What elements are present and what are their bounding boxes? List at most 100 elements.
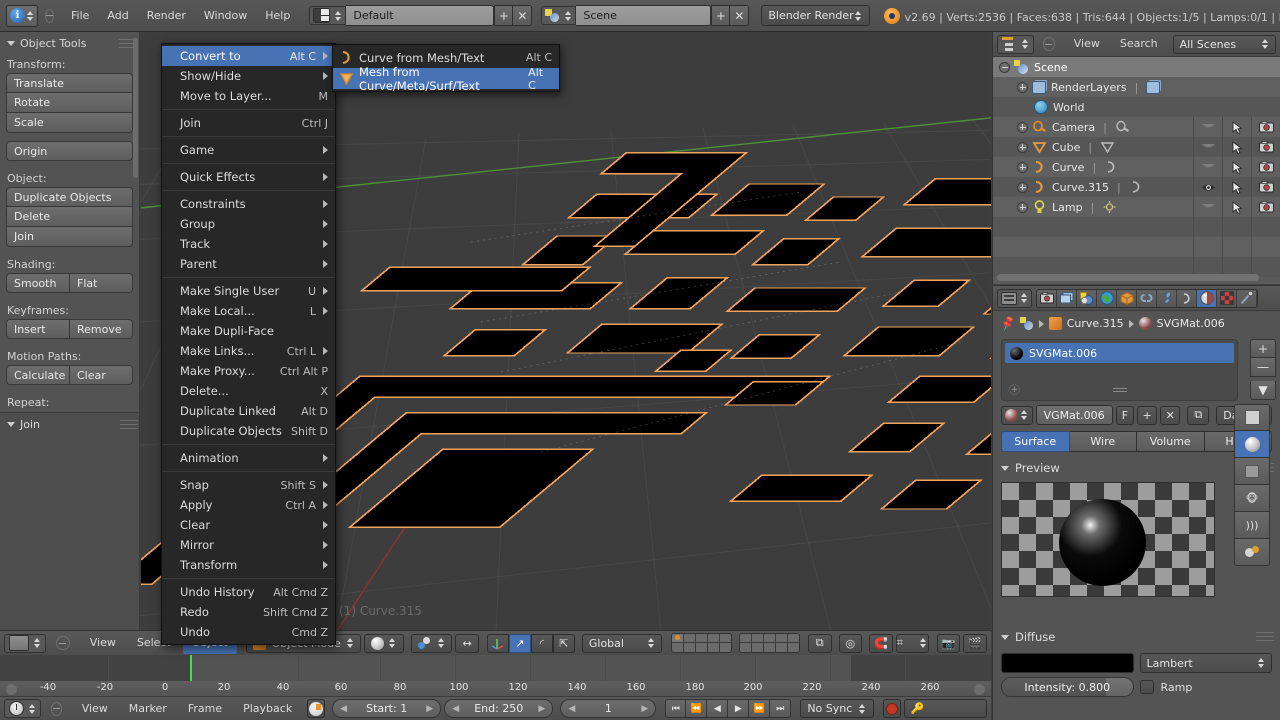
opengl-render-button[interactable]: 📷	[937, 634, 961, 653]
properties-tab-renderlayers[interactable]	[1057, 290, 1077, 307]
layer-13-button[interactable]	[696, 643, 708, 652]
add-screen-button[interactable]: +	[494, 5, 513, 26]
menu-item-make-dupli-face[interactable]: Make Dupli-Face	[162, 321, 335, 341]
proportional-edit-button[interactable]: ◎	[839, 634, 863, 653]
screen-layout-name[interactable]: Default	[346, 5, 494, 26]
manipulator-toggle[interactable]: ↔	[455, 634, 479, 653]
viewport-editor-type-selector[interactable]	[4, 634, 46, 653]
outliner-row-camera[interactable]: Camera|	[993, 117, 1280, 137]
layer-2-button[interactable]	[684, 634, 696, 643]
menu-item-show-hide[interactable]: Show/Hide	[162, 66, 335, 86]
preview-sphere-sky-button[interactable]	[1234, 539, 1270, 566]
outliner-display-mode-selector[interactable]: All Scenes	[1173, 35, 1276, 54]
tab-volume[interactable]: Volume	[1137, 431, 1205, 452]
viewport-shading-selector[interactable]	[364, 634, 403, 653]
delete-button[interactable]: Delete	[6, 207, 133, 227]
collapse-minus-icon[interactable]	[999, 62, 1010, 73]
play-reverse-button[interactable]: ◀	[707, 699, 728, 718]
renderability-camera-icon[interactable]	[1251, 117, 1280, 137]
calculate-paths-button[interactable]: Calculate	[6, 365, 70, 385]
outliner-row-cube[interactable]: Cube|	[993, 137, 1280, 157]
preview-flat-button[interactable]	[1234, 404, 1270, 431]
toolshelf-scrollbar[interactable]	[133, 38, 138, 178]
manipulator-translate-icon[interactable]	[487, 634, 509, 653]
curve-data-icon[interactable]	[1129, 180, 1144, 194]
new-material-button[interactable]: +	[1137, 406, 1157, 425]
viewport-menu-view[interactable]: View	[81, 632, 125, 654]
preview-sphere-button[interactable]	[1234, 431, 1270, 458]
expand-plus-icon[interactable]	[1017, 162, 1028, 173]
layer-4-button[interactable]	[708, 634, 720, 643]
timeline-track[interactable]: -40 -20 0 20 40 60 80 100 120 140 160 18…	[0, 655, 991, 693]
properties-tab-render[interactable]	[1037, 290, 1057, 307]
snap-magnet-button[interactable]: 🧲	[869, 634, 893, 653]
collapse-menu-icon[interactable]	[51, 702, 62, 716]
preview-monkey-button[interactable]: 🐵	[1234, 485, 1270, 512]
outliner-editor-type-selector[interactable]	[997, 35, 1034, 54]
properties-tab-material[interactable]	[1197, 290, 1217, 307]
jump-to-start-button[interactable]: ⏮	[665, 699, 686, 718]
outliner-row-curve-315[interactable]: Curve.315|	[993, 177, 1280, 197]
join-panel-header[interactable]: Join	[0, 413, 140, 436]
outliner-row-curve[interactable]: Curve|	[993, 157, 1280, 177]
chevron-left-icon[interactable]: ◀	[452, 704, 459, 714]
outliner-row-scene[interactable]: Scene	[993, 57, 1280, 77]
properties-tab-world[interactable]	[1097, 290, 1117, 307]
diffuse-panel-header[interactable]: Diffuse	[993, 625, 1280, 649]
layer-5-button[interactable]	[720, 634, 732, 643]
material-slot-list[interactable]: SVGMat.006 +	[1001, 339, 1238, 401]
menu-item-track[interactable]: Track	[162, 234, 335, 254]
menu-item-animation[interactable]: Animation	[162, 448, 335, 468]
auto-keyframe-button[interactable]	[883, 699, 901, 718]
tab-surface[interactable]: Surface	[1001, 431, 1070, 452]
expand-plus-icon[interactable]	[1017, 82, 1028, 93]
unlink-material-button[interactable]: ✕	[1160, 406, 1180, 425]
object-tools-panel-header[interactable]: Object Tools	[0, 32, 139, 55]
material-slot-item[interactable]: SVGMat.006	[1005, 343, 1234, 363]
outliner-row-lamp[interactable]: Lamp|	[993, 197, 1280, 217]
properties-tab-object[interactable]	[1117, 290, 1137, 307]
collapse-menu-icon[interactable]	[45, 9, 54, 23]
visibility-eye-open-icon[interactable]	[1193, 177, 1222, 197]
timeline-playhead[interactable]	[190, 655, 192, 681]
menu-item-undo-history[interactable]: Undo HistoryAlt Cmd Z	[162, 582, 335, 602]
renderability-camera-icon[interactable]	[1251, 157, 1280, 177]
copy-material-button[interactable]: ⧉	[1187, 406, 1209, 425]
menu-item-delete[interactable]: Delete...X	[162, 381, 335, 401]
menu-item-clear[interactable]: Clear	[162, 515, 335, 535]
jump-to-end-button[interactable]: ⏭	[770, 699, 791, 718]
renderability-camera-icon[interactable]	[1251, 177, 1280, 197]
timeline-editor-type-selector[interactable]	[4, 699, 41, 718]
duplicate-objects-button[interactable]: Duplicate Objects	[6, 187, 133, 207]
camera-data-icon[interactable]	[1115, 120, 1130, 134]
outliner-row-renderlayers[interactable]: RenderLayers|	[993, 77, 1280, 97]
diffuse-shader-selector[interactable]: Lambert	[1140, 653, 1273, 673]
fake-user-button[interactable]: F	[1116, 406, 1134, 425]
lamp-data-icon[interactable]	[1102, 200, 1117, 214]
selectability-cursor-icon[interactable]	[1222, 157, 1251, 177]
properties-tab-scene[interactable]	[1077, 290, 1097, 307]
renderlayer-icon[interactable]	[1146, 81, 1160, 94]
expand-plus-icon[interactable]	[1017, 202, 1028, 213]
selectability-cursor-icon[interactable]	[1222, 177, 1251, 197]
menu-item-apply[interactable]: ApplyCtrl A	[162, 495, 335, 515]
snap-element-selector[interactable]: ⌗	[896, 634, 929, 653]
menu-window[interactable]: Window	[195, 5, 256, 27]
menu-item-mirror[interactable]: Mirror	[162, 535, 335, 555]
outliner-menu-search[interactable]: Search	[1111, 33, 1167, 55]
properties-tab-constraints[interactable]	[1137, 290, 1157, 307]
diffuse-intensity-slider[interactable]: Intensity: 0.800	[1001, 677, 1134, 697]
add-slot-small-icon[interactable]: +	[1009, 384, 1020, 395]
rotate-button[interactable]: Rotate	[6, 93, 133, 113]
properties-tab-texture[interactable]	[1217, 290, 1237, 307]
menu-item-constraints[interactable]: Constraints	[162, 194, 335, 214]
browse-material-button[interactable]	[1001, 406, 1033, 425]
chevron-right-icon[interactable]: ▶	[426, 704, 433, 714]
visibility-eye-closed-icon[interactable]	[1193, 157, 1222, 177]
expand-plus-icon[interactable]	[1017, 122, 1028, 133]
transform-orientation-selector[interactable]: Global	[582, 634, 663, 653]
editor-type-selector[interactable]: i	[6, 5, 38, 27]
menu-item-join[interactable]: JoinCtrl J	[162, 113, 335, 133]
scene-name-field[interactable]: Scene	[576, 5, 711, 26]
clear-paths-button[interactable]: Clear	[70, 365, 133, 385]
